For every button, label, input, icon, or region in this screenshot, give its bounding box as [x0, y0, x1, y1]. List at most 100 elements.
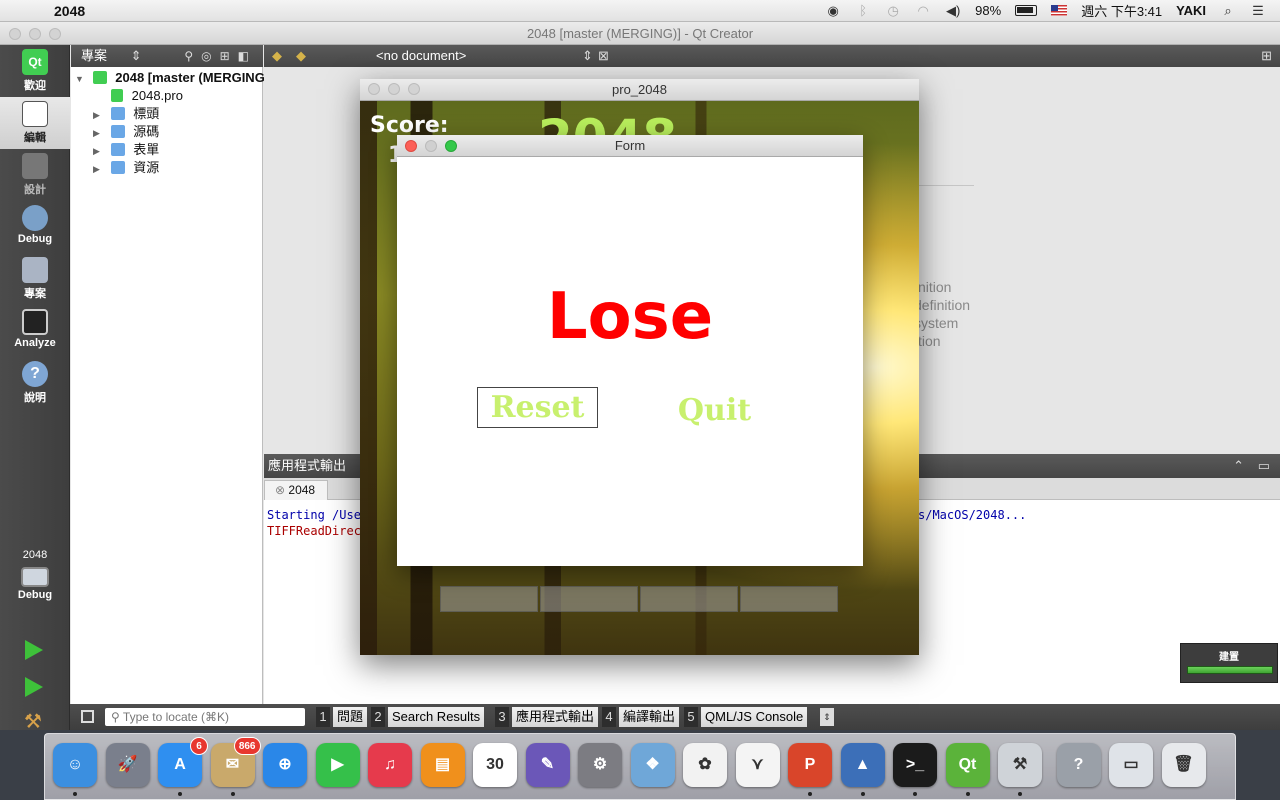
mode-projects[interactable]: 專案 [0, 253, 70, 305]
forward-arrow-icon[interactable]: ◆ [296, 45, 306, 67]
dock-preview-icon[interactable]: ❖ [630, 743, 675, 787]
battery-percent[interactable]: 98% [975, 3, 1001, 18]
dock-mail-icon[interactable]: ✉ 866 [210, 737, 261, 796]
bluetooth-icon[interactable]: ᛒ [855, 3, 871, 18]
dock-ibooks-icon[interactable]: ▤ [420, 743, 465, 787]
welcome-link[interactable]: system [914, 315, 958, 331]
dock-script-editor-icon[interactable]: ✎ [525, 743, 570, 787]
dock-help-icon[interactable]: ? [1056, 743, 1101, 787]
close-tab-icon[interactable]: ⊗ [275, 483, 285, 497]
output-tab[interactable]: ⊗ 2048 [264, 480, 328, 500]
document-selector[interactable]: <no document> [376, 45, 466, 67]
close-pane-icon[interactable]: ▭ [1258, 454, 1270, 478]
tree-item-sources[interactable]: ▶ 源碼 [93, 123, 159, 141]
dock-launchpad-icon[interactable]: 🚀 [105, 743, 150, 787]
welcome-link[interactable]: definition [914, 297, 970, 313]
dock-photos-icon[interactable]: ✿ [683, 743, 727, 787]
dock-powerpoint-icon[interactable]: P [788, 743, 832, 796]
close-document-icon[interactable]: ⊠ [598, 45, 609, 67]
projects-pane-title[interactable]: 專案 [81, 48, 107, 63]
mode-edit[interactable]: 編輯 [0, 97, 70, 149]
mode-welcome[interactable]: Qt 歡迎 [0, 45, 70, 97]
clock[interactable]: 週六 下午3:41 [1081, 1, 1162, 20]
document-chevron-icon[interactable]: ⇕ [582, 45, 593, 67]
close-button[interactable] [9, 28, 21, 40]
dock-downloads-icon[interactable]: ▭ [1109, 743, 1153, 787]
locator-input[interactable]: ⚲ Type to locate (⌘K) [105, 708, 305, 726]
dialog-zoom-button[interactable] [445, 140, 457, 152]
welcome-link[interactable]: tion [918, 333, 941, 349]
quit-button[interactable]: Quit [667, 391, 762, 431]
dock-terminal-icon[interactable]: >_ [893, 743, 937, 796]
battery-icon[interactable] [1015, 5, 1038, 16]
maximize-pane-icon[interactable]: ⌃ [1233, 454, 1244, 478]
tree-item-pro[interactable]: 2048.pro [111, 87, 183, 105]
split-editor-icon[interactable]: ⊞ [1261, 45, 1272, 67]
pane-button-app-output[interactable]: 3 應用程式輸出 [495, 707, 599, 727]
game-minimize-button[interactable] [388, 83, 400, 95]
dock-matlab-icon[interactable]: ▲ [840, 743, 885, 796]
spotlight-icon[interactable]: ⌕ [1220, 3, 1236, 18]
expand-arrow-icon[interactable]: ▶ [93, 124, 107, 142]
dock-calendar-icon[interactable]: 30 [473, 743, 517, 787]
dock-finder-icon[interactable]: ☺ [53, 743, 97, 796]
pane-button-issues[interactable]: 1 問題 [316, 707, 368, 727]
dock-xcode-instruments-icon[interactable]: ⚒ [998, 743, 1042, 796]
mode-debug[interactable]: Debug [0, 201, 70, 253]
dock-system-preferences-icon[interactable]: ⚙ [578, 743, 622, 787]
dock-safari-icon[interactable]: ⊕ [263, 743, 307, 787]
tree-root[interactable]: ▼ 2048 [master (MERGING)] [75, 69, 273, 87]
pane-button-qml-console[interactable]: 5 QML/JS Console [684, 707, 808, 727]
dock-qt-creator-icon[interactable]: Qt [945, 743, 990, 796]
pro-file-icon [111, 89, 123, 102]
mode-design[interactable]: 設計 [0, 149, 70, 201]
expand-arrow-icon[interactable]: ▶ [93, 106, 107, 124]
app-menu[interactable]: 2048 [54, 3, 85, 19]
dock-itunes-icon[interactable]: ♫ [368, 743, 412, 787]
debug-run-icon[interactable] [25, 677, 43, 697]
mode-label: 說明 [24, 392, 46, 404]
dock-trash-icon[interactable]: 🗑 [1161, 743, 1206, 787]
tree-item-forms[interactable]: ▶ 表單 [93, 141, 159, 159]
time-machine-icon[interactable]: ◷ [885, 3, 901, 18]
dialog-close-button[interactable] [405, 140, 417, 152]
minimize-button[interactable] [29, 28, 41, 40]
input-source-flag-icon[interactable] [1051, 5, 1068, 16]
dock-app-store-icon[interactable]: A6 [158, 737, 208, 796]
kit-selector[interactable]: 2048 Debug [0, 545, 70, 625]
running-indicator [178, 792, 182, 796]
acrobat-glyph: ⋎ [751, 756, 764, 773]
notification-center-icon[interactable]: ☰ [1250, 3, 1266, 18]
welcome-link[interactable]: nition [918, 279, 951, 295]
expand-arrow-icon[interactable]: ▶ [93, 142, 107, 160]
dock-acrobat-icon[interactable]: ⋎ [735, 743, 780, 787]
pane-button-compile-output[interactable]: 4 編譯輸出 [602, 707, 680, 727]
more-panes-chevron-icon[interactable]: ⇕ [820, 708, 834, 726]
sync-icon[interactable]: ◉ [825, 3, 841, 18]
game-zoom-button[interactable] [408, 83, 420, 95]
volume-icon[interactable]: ◀) [945, 3, 961, 18]
projects-pane-tools[interactable]: ⚲◎⊞◧ [184, 45, 257, 67]
wifi-icon[interactable]: ◠ [915, 3, 931, 18]
tree-item-headers[interactable]: ▶ 標頭 [93, 105, 159, 123]
dialog-minimize-button[interactable] [425, 140, 437, 152]
tree-item-resources[interactable]: ▶ 資源 [93, 159, 159, 177]
expand-arrow-icon[interactable]: ▶ [93, 160, 107, 178]
pane-button-search-results[interactable]: 2 Search Results [371, 707, 485, 727]
back-arrow-icon[interactable]: ◆ [272, 45, 282, 67]
headers-folder-icon [110, 107, 125, 120]
user-menu[interactable]: YAKI [1176, 3, 1206, 18]
mode-help[interactable]: ? 說明 [0, 357, 70, 409]
dock-facetime-icon[interactable]: ▶ [315, 743, 360, 787]
build-progress[interactable]: 建置 [1180, 643, 1278, 683]
game-close-button[interactable] [368, 83, 380, 95]
view-select-chevron-icon[interactable]: ⇕ [131, 48, 142, 63]
reset-button[interactable]: Reset [477, 387, 598, 428]
collapse-arrow-icon[interactable]: ▼ [75, 70, 89, 88]
build-hammer-icon[interactable]: ⚒ [24, 709, 42, 734]
pane-number: 3 [495, 707, 509, 727]
zoom-button[interactable] [49, 28, 61, 40]
run-icon[interactable] [25, 640, 43, 660]
mode-analyze[interactable]: Analyze [0, 305, 70, 357]
toggle-sidebar-icon[interactable] [81, 710, 94, 723]
